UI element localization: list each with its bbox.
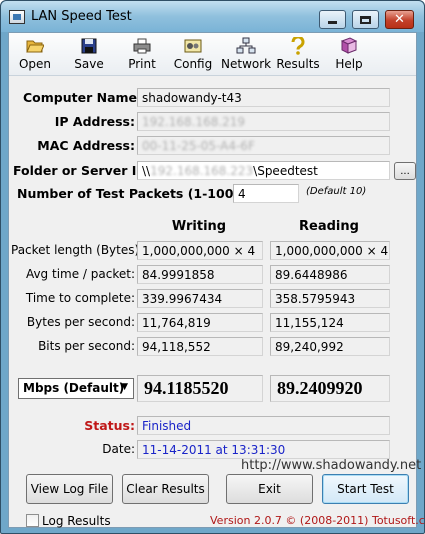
date-field: 11-14-2011 at 13:31:30 xyxy=(137,440,390,459)
toolbar-print[interactable]: Print xyxy=(122,36,162,74)
toolbar-results[interactable]: Results xyxy=(276,36,320,74)
mac-address-field[interactable]: 00-11-25-05-A4-6F xyxy=(137,136,390,155)
clear-results-button[interactable]: Clear Results xyxy=(122,474,209,504)
chevron-down-icon: ▼ xyxy=(121,382,128,392)
window-title: LAN Speed Test xyxy=(31,9,132,24)
version-text: Version 2.0.7 © (2008-2011) Totusoft.com xyxy=(210,514,425,527)
toolbar-network[interactable]: Network xyxy=(221,36,271,74)
maximize-icon xyxy=(360,15,371,24)
toolbar-config-label: Config xyxy=(173,57,213,71)
folder-server-label: Folder or Server IP: xyxy=(13,163,151,178)
writing-speed-value: 94.1185520 xyxy=(137,375,263,402)
toolbar-network-label: Network xyxy=(221,57,272,71)
computer-name-label: Computer Name: xyxy=(23,90,143,105)
toolbar-results-label: Results xyxy=(276,57,320,71)
toolbar-open[interactable]: Open xyxy=(15,36,55,74)
ip-address-field[interactable]: 192.168.168.219 xyxy=(137,112,390,131)
minimize-button[interactable] xyxy=(319,10,346,29)
minimize-icon xyxy=(328,21,337,24)
computer-name-field[interactable]: shadowandy-t43 xyxy=(137,88,390,107)
bits-per-second-reading: 89,240,992 xyxy=(270,337,390,356)
unit-select-value: Mbps (Default) xyxy=(23,381,125,395)
printer-icon xyxy=(122,36,162,56)
folder-suffix: \Speedtest xyxy=(253,164,318,178)
floppy-disk-icon xyxy=(69,36,109,56)
view-log-button[interactable]: View Log File xyxy=(26,474,113,504)
time-complete-reading: 358.5795943 xyxy=(270,289,390,308)
maximize-button[interactable] xyxy=(352,10,379,29)
avg-time-label: Avg time / packet: xyxy=(25,267,135,281)
config-icon xyxy=(171,36,215,56)
toolbar-print-label: Print xyxy=(128,57,156,71)
network-icon xyxy=(221,36,271,56)
toolbar-save-label: Save xyxy=(74,57,104,71)
start-test-button[interactable]: Start Test xyxy=(322,474,409,504)
mac-address-value: 00-11-25-05-A4-6F xyxy=(142,139,255,153)
packet-length-reading: 1,000,000,000 × 4 xyxy=(270,241,390,260)
toolbar-help-label: Help xyxy=(335,57,363,71)
date-label: Date: xyxy=(102,442,135,456)
time-complete-writing: 339.9967434 xyxy=(137,289,263,308)
watermark-text: http://www.shadowandy.net xyxy=(241,458,422,473)
log-results-checkbox[interactable] xyxy=(26,514,39,527)
app-window: LAN Speed Test ✕ Open Save Print Config … xyxy=(0,0,425,534)
close-icon: ✕ xyxy=(394,12,405,27)
ip-address-label: IP Address: xyxy=(54,114,135,129)
bytes-per-second-writing: 11,764,819 xyxy=(137,313,263,332)
folder-open-icon xyxy=(15,36,55,56)
close-button[interactable]: ✕ xyxy=(385,10,414,29)
toolbar-save[interactable]: Save xyxy=(69,36,109,74)
reading-speed-value: 89.2409920 xyxy=(270,375,390,402)
app-icon xyxy=(9,10,25,24)
bytes-per-second-reading: 11,155,124 xyxy=(270,313,390,332)
bits-per-second-label: Bits per second: xyxy=(38,339,135,353)
status-field: Finished xyxy=(137,416,390,435)
bits-per-second-writing: 94,118,552 xyxy=(137,337,263,356)
packet-length-writing: 1,000,000,000 × 4 xyxy=(137,241,263,260)
mac-address-label: MAC Address: xyxy=(37,138,135,153)
folder-prefix: \\ xyxy=(142,164,151,178)
status-label: Status: xyxy=(84,418,135,433)
toolbar: Open Save Print Config Network Results H… xyxy=(9,33,416,76)
writing-header: Writing xyxy=(171,219,227,234)
test-packets-input[interactable]: 4 xyxy=(233,184,299,203)
time-complete-label: Time to complete: xyxy=(25,291,135,305)
toolbar-config[interactable]: Config xyxy=(171,36,215,74)
folder-server-input[interactable]: \\192.168.168.223\Speedtest xyxy=(137,161,390,180)
unit-select[interactable]: Mbps (Default) ▼ xyxy=(18,378,134,399)
toolbar-help[interactable]: Help xyxy=(331,36,367,74)
main-panel: Open Save Print Config Network Results H… xyxy=(8,32,425,528)
ip-address-value: 192.168.168.219 xyxy=(142,115,246,129)
bytes-per-second-label: Bytes per second: xyxy=(26,315,135,329)
title-bar[interactable]: LAN Speed Test ✕ xyxy=(1,1,424,32)
question-mark-icon xyxy=(276,36,320,56)
reading-header: Reading xyxy=(299,219,359,234)
exit-button[interactable]: Exit xyxy=(226,474,313,504)
test-packets-default: (Default 10) xyxy=(306,186,367,197)
packet-length-label: Packet length (Bytes): xyxy=(11,243,144,257)
log-results-label: Log Results xyxy=(42,514,111,528)
folder-ip: 192.168.168.223 xyxy=(150,164,254,178)
toolbar-open-label: Open xyxy=(18,57,52,71)
test-packets-label: Number of Test Packets (1-100): xyxy=(17,186,245,201)
browse-button[interactable]: ... xyxy=(394,162,416,180)
avg-time-writing: 84.9991858 xyxy=(137,265,263,284)
help-book-icon xyxy=(331,36,367,56)
avg-time-reading: 89.6448986 xyxy=(270,265,390,284)
